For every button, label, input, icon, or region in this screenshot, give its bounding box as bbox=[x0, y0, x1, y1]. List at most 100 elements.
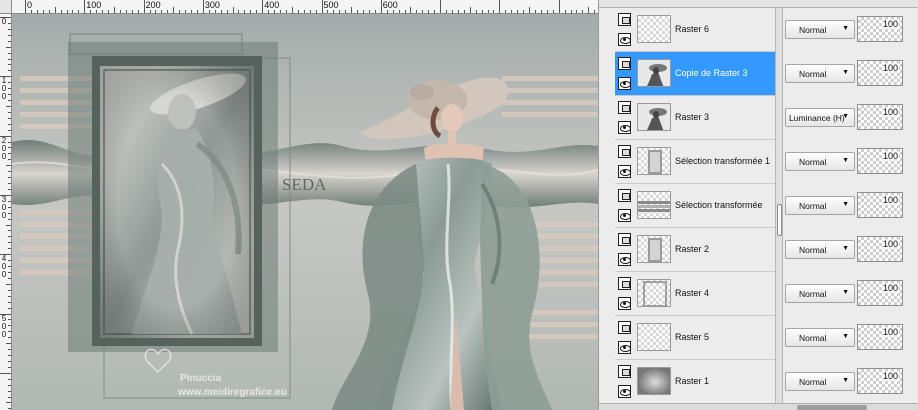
opacity-field[interactable]: 100 bbox=[857, 104, 903, 130]
panel-splitter[interactable] bbox=[775, 8, 783, 403]
opacity-field[interactable]: 100 bbox=[857, 60, 903, 86]
layer-row[interactable]: Copie de Raster 3 bbox=[615, 52, 775, 96]
layer-row[interactable]: Raster 5 bbox=[615, 316, 775, 360]
blend-mode-value: Normal bbox=[799, 69, 827, 79]
blend-mode-value: Normal bbox=[799, 289, 827, 299]
v-ruler-tick bbox=[8, 88, 11, 90]
horizontal-ruler[interactable]: 0 100 200 300 400 500 600 bbox=[12, 0, 598, 14]
layer-name: Raster 2 bbox=[675, 244, 710, 254]
h-ruler-label: 0 bbox=[27, 0, 33, 10]
visibility-eye-icon[interactable] bbox=[618, 253, 631, 266]
layers-panel: Raster 6 Copie de Raster 3 Raster 3 Sélecti… bbox=[598, 0, 918, 410]
dropdown-arrow-icon: ▼ bbox=[842, 69, 849, 76]
layer-row[interactable]: Sélection transformée 1 bbox=[615, 140, 775, 184]
h-ruler-tick bbox=[327, 10, 329, 13]
h-ruler-tick bbox=[392, 10, 394, 13]
h-ruler-tick bbox=[416, 10, 418, 13]
opacity-field[interactable]: 100 bbox=[857, 148, 903, 174]
h-ruler-tick bbox=[202, 0, 204, 13]
layer-row[interactable]: Raster 2 bbox=[615, 228, 775, 272]
opacity-field[interactable]: 100 bbox=[857, 280, 903, 306]
blend-mode-dropdown[interactable]: Normal ▼ bbox=[785, 20, 855, 39]
h-ruler-tick bbox=[529, 7, 531, 13]
opacity-value: 100 bbox=[882, 107, 900, 117]
v-ruler-tick bbox=[8, 206, 11, 208]
layer-group-icon[interactable] bbox=[618, 321, 631, 334]
visibility-eye-icon[interactable] bbox=[618, 77, 631, 90]
h-ruler-tick bbox=[90, 10, 92, 13]
v-ruler-tick bbox=[8, 82, 11, 84]
blend-mode-dropdown[interactable]: Luminance (H) ▼ bbox=[785, 108, 855, 127]
h-ruler-tick bbox=[149, 10, 151, 13]
layer-group-icon[interactable] bbox=[618, 365, 631, 378]
h-ruler-tick bbox=[291, 7, 293, 13]
v-ruler-tick bbox=[8, 319, 11, 321]
layer-group-icon[interactable] bbox=[618, 101, 631, 114]
v-ruler-tick bbox=[8, 64, 11, 66]
opacity-field[interactable]: 100 bbox=[857, 368, 903, 394]
blend-mode-dropdown[interactable]: Normal ▼ bbox=[785, 64, 855, 83]
opacity-field[interactable]: 100 bbox=[857, 192, 903, 218]
layer-group-icon[interactable] bbox=[618, 277, 631, 290]
vertical-ruler[interactable]: 0 1 0 0 2 0 0 3 0 0 4 0 0 5 0 0 bbox=[0, 14, 12, 410]
layer-row[interactable]: Raster 3 bbox=[615, 96, 775, 140]
layer-name: Copie de Raster 3 bbox=[675, 68, 748, 78]
h-ruler-label: 500 bbox=[323, 0, 339, 10]
opacity-field[interactable]: 100 bbox=[857, 16, 903, 42]
visibility-eye-icon[interactable] bbox=[618, 121, 631, 134]
v-ruler-tick bbox=[8, 289, 11, 291]
artwork: SEDA Pinuccia www.meidiregrafice.eu bbox=[12, 14, 598, 410]
h-ruler-tick bbox=[440, 0, 442, 13]
v-ruler-tick bbox=[8, 40, 11, 42]
visibility-eye-icon[interactable] bbox=[618, 385, 631, 398]
h-ruler-tick bbox=[155, 10, 157, 13]
layer-row[interactable]: Sélection transformée bbox=[615, 184, 775, 228]
visibility-eye-icon[interactable] bbox=[618, 297, 631, 310]
layer-properties-row: Normal ▼ 100 bbox=[783, 52, 918, 96]
layer-row[interactable]: Raster 4 bbox=[615, 272, 775, 316]
h-ruler-tick bbox=[48, 10, 50, 13]
v-ruler-tick bbox=[8, 295, 11, 297]
visibility-eye-icon[interactable] bbox=[618, 165, 631, 178]
layer-row[interactable]: Raster 1 bbox=[615, 360, 775, 404]
v-ruler-tick bbox=[8, 129, 11, 131]
h-ruler-tick bbox=[256, 10, 258, 13]
v-ruler-tick bbox=[8, 242, 11, 244]
splitter-handle[interactable] bbox=[777, 204, 782, 236]
blend-mode-dropdown[interactable]: Normal ▼ bbox=[785, 196, 855, 215]
scrollbar-thumb[interactable] bbox=[797, 405, 867, 410]
visibility-eye-icon[interactable] bbox=[618, 209, 631, 222]
horizontal-scrollbar[interactable] bbox=[599, 403, 918, 410]
blend-mode-dropdown[interactable]: Normal ▼ bbox=[785, 152, 855, 171]
v-ruler-tick bbox=[8, 337, 11, 339]
opacity-value: 100 bbox=[882, 63, 900, 73]
layer-thumbnail bbox=[637, 59, 671, 87]
h-ruler-tick bbox=[191, 10, 193, 13]
canvas-image[interactable]: SEDA Pinuccia www.meidiregrafice.eu bbox=[12, 14, 598, 410]
visibility-eye-icon[interactable] bbox=[618, 33, 631, 46]
layer-group-icon[interactable] bbox=[618, 57, 631, 70]
layer-group-icon[interactable] bbox=[618, 145, 631, 158]
v-ruler-tick bbox=[0, 76, 11, 78]
layer-properties-row: Normal ▼ 100 bbox=[783, 316, 918, 360]
h-ruler-tick bbox=[60, 10, 62, 13]
layer-group-icon[interactable] bbox=[618, 233, 631, 246]
blend-mode-dropdown[interactable]: Normal ▼ bbox=[785, 284, 855, 303]
h-ruler-tick bbox=[42, 10, 44, 13]
opacity-field[interactable]: 100 bbox=[857, 236, 903, 262]
blend-mode-dropdown[interactable]: Normal ▼ bbox=[785, 240, 855, 259]
v-ruler-label: 2 0 0 bbox=[1, 135, 7, 161]
opacity-field[interactable]: 100 bbox=[857, 324, 903, 350]
h-ruler-tick bbox=[511, 10, 513, 13]
layer-group-icon[interactable] bbox=[618, 189, 631, 202]
h-ruler-label: 200 bbox=[145, 0, 161, 10]
layer-row[interactable]: Raster 6 bbox=[615, 8, 775, 52]
h-ruler-tick bbox=[84, 0, 86, 13]
blend-mode-dropdown[interactable]: Normal ▼ bbox=[785, 328, 855, 347]
visibility-eye-icon[interactable] bbox=[618, 341, 631, 354]
blend-mode-value: Normal bbox=[799, 157, 827, 167]
blend-mode-dropdown[interactable]: Normal ▼ bbox=[785, 372, 855, 391]
h-ruler-tick bbox=[404, 10, 406, 13]
watermark-line1: Pinuccia bbox=[180, 373, 222, 384]
layer-group-icon[interactable] bbox=[618, 13, 631, 26]
